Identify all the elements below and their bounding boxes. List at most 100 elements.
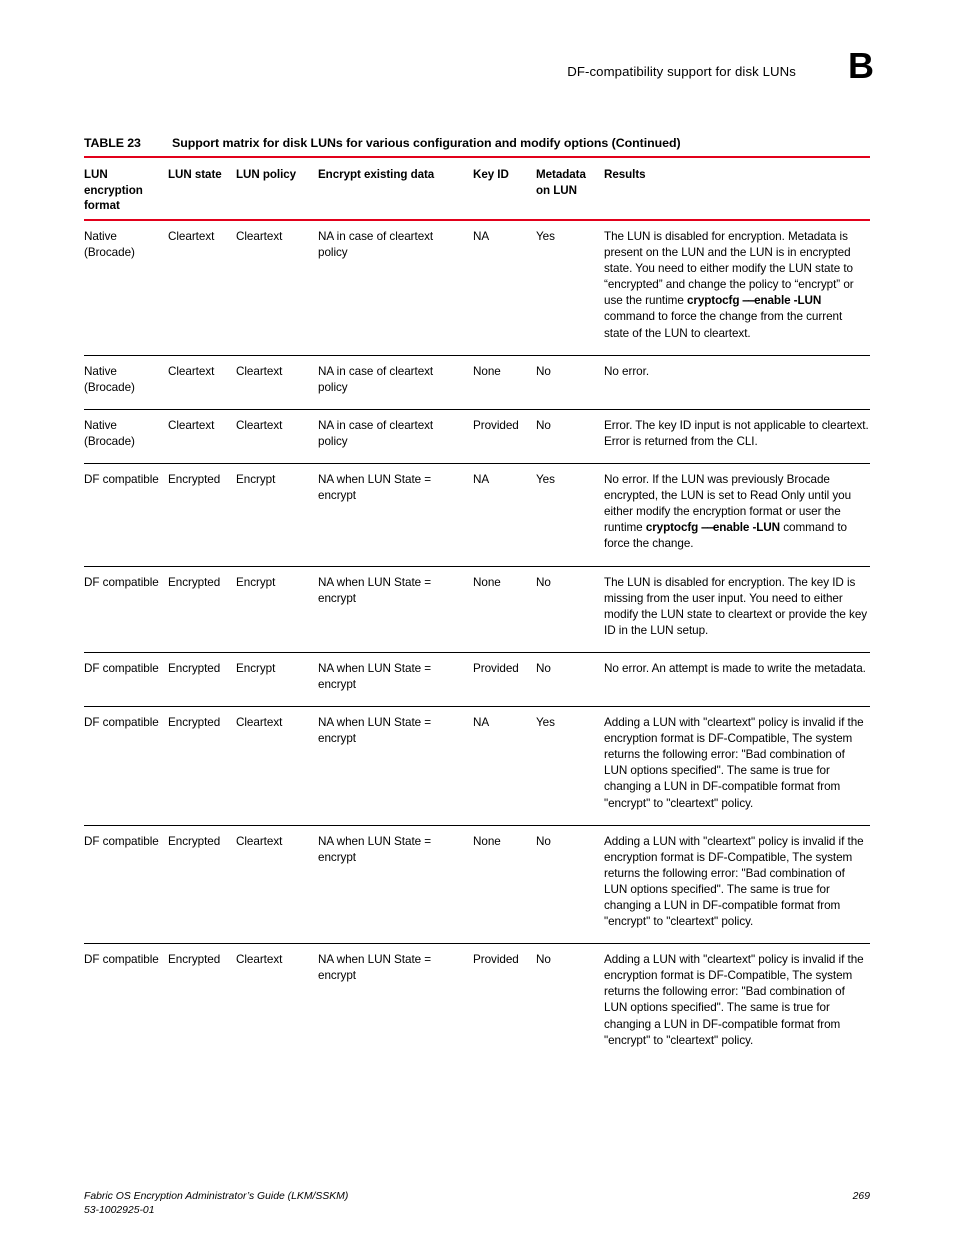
cell-encrypt-existing-data: NA when LUN State = encrypt	[318, 463, 473, 566]
support-matrix-table: LUN encryption format LUN state LUN poli…	[84, 156, 870, 1062]
cell-key-id: NA	[473, 230, 490, 243]
cell-encrypt-existing-data: NA in case of cleartext policy	[318, 354, 473, 410]
header-line: LUN state	[168, 168, 222, 181]
cell-lun-encryption-format: DF compatible	[84, 565, 168, 653]
table-row: DF compatible Encrypted Encrypt NA when LUN…	[84, 463, 870, 566]
column-header-lun-encryption-format: LUN encryption format	[84, 156, 168, 221]
cli-command-dashes: ––	[742, 295, 755, 308]
results-text: Adding a LUN with "cleartext" policy is …	[604, 953, 864, 1047]
cli-command-name: cryptocfg	[687, 294, 740, 308]
header-line: LUN	[84, 168, 108, 181]
cell-lun-encryption-format: DF compatible	[84, 943, 168, 1062]
cell-results: Error. The key ID input is not applicabl…	[604, 408, 870, 464]
cell-encrypt-existing-data: NA when LUN State = encrypt	[318, 651, 473, 707]
cell-metadata-on-lun: Yes	[536, 463, 604, 566]
table-body: Native (Brocade) Cleartext Cleartext NA in …	[84, 220, 870, 1062]
table-header: LUN encryption format LUN state LUN poli…	[84, 156, 870, 221]
column-header-key-id: Key ID	[473, 156, 536, 221]
cell-metadata-on-lun: No	[536, 651, 604, 707]
results-text: Adding a LUN with "cleartext" policy is …	[604, 716, 864, 810]
column-header-results: Results	[604, 156, 870, 221]
cell-lun-encryption-format: DF compatible	[84, 463, 168, 566]
cell-metadata-on-lun: Yes	[536, 706, 604, 826]
cell-metadata-on-lun: No	[536, 408, 604, 464]
table-row: DF compatible Encrypted Cleartext NA when L…	[84, 824, 870, 944]
cell-lun-encryption-format: DF compatible	[84, 651, 168, 707]
cell-metadata-on-lun: No	[536, 354, 604, 410]
cli-command-name: cryptocfg	[645, 521, 699, 535]
cell-key-id: None	[473, 565, 536, 653]
cell-encrypt-existing-data: NA when LUN State = encrypt	[318, 824, 473, 944]
cell-results: Adding a LUN with "cleartext" policy is …	[604, 824, 870, 944]
cli-command: cryptocfg ––enable -LUN	[646, 521, 780, 534]
cell-lun-policy: Cleartext	[236, 230, 283, 243]
footer-guide-title: Fabric OS Encryption Administrator’s Gui…	[84, 1191, 349, 1202]
header-line: encryption	[84, 183, 143, 197]
cell-encrypt-existing-data: NA in case of cleartext policy	[318, 408, 473, 464]
cell-key-id: NA	[473, 463, 536, 566]
results-text: No error. An attempt is made to write th…	[604, 661, 866, 675]
results-text-tail: command to force the change from the cur…	[604, 310, 843, 340]
column-header-lun-policy: LUN policy	[236, 156, 318, 221]
cell-lun-encryption-format: DF compatible	[84, 824, 168, 944]
cell-lun-policy: Encrypt	[236, 463, 318, 566]
cell-lun-state: Cleartext	[168, 408, 236, 464]
column-header-lun-state: LUN state	[168, 156, 236, 221]
table-header-row: LUN encryption format LUN state LUN poli…	[84, 156, 870, 221]
cell-results: Adding a LUN with "cleartext" policy is …	[604, 943, 870, 1062]
results-text: No error.	[604, 364, 650, 378]
cell-lun-policy: Cleartext	[236, 706, 318, 826]
header-line: Metadata	[536, 168, 586, 181]
running-head-title: DF-compatibility support for disk LUNs	[567, 64, 796, 79]
table-row: Native (Brocade) Cleartext Cleartext NA in …	[84, 408, 870, 464]
table-row: DF compatible Encrypted Encrypt NA when LUN…	[84, 565, 870, 653]
cell-encrypt-existing-data: NA in case of cleartext policy	[318, 230, 434, 260]
running-head: DF-compatibility support for disk LUNs B	[80, 48, 874, 98]
cli-command-option: enable -LUN	[754, 294, 822, 308]
cell-lun-policy: Cleartext	[236, 824, 318, 944]
cli-command-option: enable -LUN	[712, 521, 780, 535]
cell-metadata-on-lun: No	[536, 943, 604, 1062]
cli-command: cryptocfg ––enable -LUN	[687, 294, 821, 307]
cell-lun-policy: Cleartext	[236, 408, 318, 464]
cell-lun-encryption-format: Native (Brocade)	[84, 408, 168, 464]
cell-encrypt-existing-data: NA when LUN State = encrypt	[318, 706, 473, 826]
table-row: Native (Brocade) Cleartext Cleartext NA in …	[84, 354, 870, 410]
header-line: LUN policy	[236, 168, 297, 181]
header-line: Results	[604, 168, 646, 181]
column-header-metadata-on-lun: Metadata on LUN	[536, 156, 604, 221]
appendix-letter: B	[848, 45, 874, 86]
results-text: Error. The key ID input is not applicabl…	[604, 418, 869, 448]
cell-lun-state: Encrypted	[168, 943, 236, 1062]
cell-lun-state: Cleartext	[168, 354, 236, 410]
cell-results: Adding a LUN with "cleartext" policy is …	[604, 706, 870, 826]
footer-doc-number: 53-1002925-01	[84, 1205, 155, 1216]
cell-encrypt-existing-data: NA when LUN State = encrypt	[318, 943, 473, 1062]
cell-lun-policy: Encrypt	[236, 565, 318, 653]
table-row: DF compatible Encrypted Encrypt NA when LUN…	[84, 651, 870, 707]
cell-lun-policy: Encrypt	[236, 651, 318, 707]
cell-metadata-on-lun: Yes	[536, 230, 555, 243]
cell-results: No error.	[604, 354, 870, 410]
table-caption-text: Support matrix for disk LUNs for various…	[172, 136, 681, 150]
cell-encrypt-existing-data: NA when LUN State = encrypt	[318, 565, 473, 653]
column-header-encrypt-existing-data: Encrypt existing data	[318, 156, 473, 221]
cell-key-id: Provided	[473, 651, 536, 707]
table-row: Native (Brocade) Cleartext Cleartext NA in …	[84, 220, 870, 355]
cell-lun-state: Encrypted	[168, 463, 236, 566]
cli-command-dashes: ––	[701, 522, 713, 535]
cell-lun-state: Encrypted	[168, 651, 236, 707]
cell-results: The LUN is disabled for encryption. The …	[604, 565, 870, 653]
cell-metadata-on-lun: No	[536, 565, 604, 653]
header-line: Key ID	[473, 168, 509, 181]
table-caption-label: TABLE 23	[84, 136, 141, 150]
table-row: DF compatible Encrypted Cleartext NA when L…	[84, 943, 870, 1062]
cell-results: No error. If the LUN was previously Broc…	[604, 463, 870, 566]
table-row: DF compatible Encrypted Cleartext NA when L…	[84, 706, 870, 826]
cell-lun-state: Encrypted	[168, 706, 236, 826]
cell-lun-encryption-format: Native (Brocade)	[84, 354, 168, 410]
table-caption: TABLE 23 Support matrix for disk LUNs for…	[84, 136, 874, 150]
cell-key-id: None	[473, 354, 536, 410]
cell-key-id: NA	[473, 706, 536, 826]
cell-results: The LUN is disabled for encryption. Meta…	[604, 220, 870, 355]
